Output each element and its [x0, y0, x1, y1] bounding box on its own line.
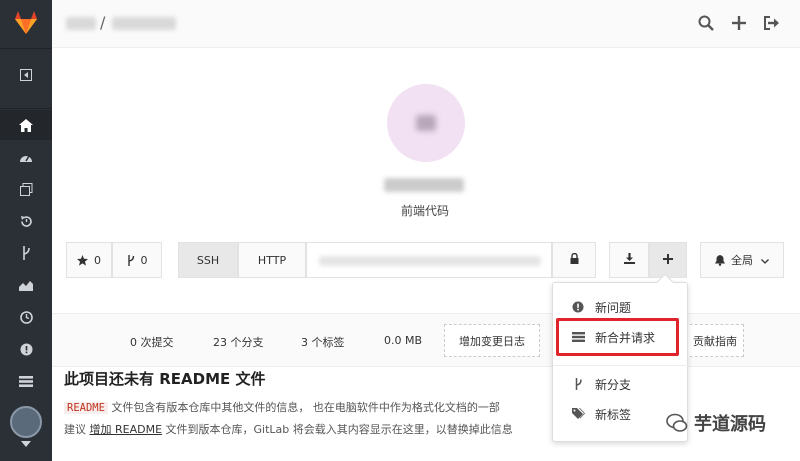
lock-icon	[570, 252, 579, 267]
readme-line2-prefix: 建议	[64, 423, 90, 436]
fork-icon	[127, 254, 135, 266]
tags-link[interactable]: 3 个标签	[301, 334, 345, 350]
plus-icon[interactable]	[729, 13, 749, 33]
project-avatar	[387, 84, 465, 162]
new-branch-label: 新分支	[595, 377, 632, 392]
add-changelog-button[interactable]: 增加变更日志	[444, 324, 540, 357]
star-count: 0	[94, 253, 101, 267]
new-issue-label: 新问题	[595, 300, 632, 315]
graph-icon[interactable]	[0, 270, 52, 300]
top-navbar: /	[52, 0, 800, 48]
merge-request-highlight-box	[556, 318, 679, 356]
repo-size: 0.0 MB	[384, 334, 423, 347]
readme-line2-text: 文件到版本仓库，GitLab 将会载入其内容显示在这里，以替换掉此信息	[162, 423, 513, 436]
chevron-down-icon[interactable]	[0, 434, 52, 454]
dropdown-new-branch[interactable]: 新分支	[553, 370, 689, 398]
readme-missing-title: 此项目还未有 README 文件	[64, 370, 266, 388]
project-name	[384, 178, 464, 192]
readme-line1-text: 文件包含有版本仓库中其他文件的信息， 也在电脑软件中作为格式化文档的一部	[107, 401, 500, 414]
download-icon	[623, 253, 635, 267]
wechat-icon	[666, 413, 688, 432]
http-button[interactable]: HTTP	[238, 242, 306, 278]
sidebar	[0, 0, 52, 461]
star-button[interactable]: 0	[66, 242, 112, 278]
notification-label: 全局	[731, 254, 753, 267]
issues-icon[interactable]	[0, 334, 52, 364]
search-icon[interactable]	[696, 13, 716, 33]
clone-url-input[interactable]	[306, 242, 552, 278]
readme-text-line-2: 建议 增加 README 文件到版本仓库，GitLab 将会载入其内容显示在这里…	[64, 421, 513, 437]
home-icon[interactable]	[0, 110, 52, 140]
collapse-sidebar-icon[interactable]	[0, 60, 52, 90]
gitlab-logo-icon[interactable]	[12, 8, 40, 36]
branch-icon	[571, 378, 585, 390]
notification-button[interactable]: 全局	[700, 242, 784, 278]
history-icon[interactable]	[0, 206, 52, 236]
project-description: 前端代码	[400, 204, 449, 218]
add-readme-link[interactable]: 增加 README	[90, 423, 163, 436]
breadcrumb-separator: /	[100, 13, 106, 32]
commits-link[interactable]: 0 次提交	[130, 334, 174, 350]
breadcrumb-group[interactable]	[66, 17, 96, 30]
watermark: 芋道源码	[666, 410, 766, 436]
issue-icon	[571, 301, 585, 313]
copy-url-button[interactable]	[552, 242, 596, 278]
clock-icon[interactable]	[0, 302, 52, 332]
breadcrumb-project[interactable]	[112, 17, 176, 30]
plus-icon	[663, 253, 673, 267]
tag-icon	[571, 408, 585, 420]
readme-text-line-1: README 文件包含有版本仓库中其他文件的信息， 也在电脑软件中作为格式化文档…	[64, 399, 500, 415]
merge-requests-icon[interactable]	[0, 366, 52, 396]
star-icon	[77, 254, 88, 266]
branch-icon[interactable]	[0, 238, 52, 268]
watermark-text: 芋道源码	[694, 414, 766, 435]
sign-out-icon[interactable]	[761, 13, 781, 33]
chevron-down-icon	[761, 254, 769, 267]
fork-count: 0	[140, 253, 148, 267]
dropdown-new-issue[interactable]: 新问题	[553, 293, 689, 321]
branches-link[interactable]: 23 个分支	[213, 334, 264, 350]
new-dropdown-button[interactable]	[649, 242, 687, 278]
readme-code: README	[64, 402, 108, 414]
ssh-button[interactable]: SSH	[178, 242, 238, 278]
bell-icon	[715, 254, 725, 266]
dashboard-icon[interactable]	[0, 142, 52, 172]
download-button[interactable]	[609, 242, 649, 278]
new-tag-label: 新标签	[595, 407, 632, 422]
fork-button[interactable]: 0	[112, 242, 162, 278]
files-icon[interactable]	[0, 174, 52, 204]
